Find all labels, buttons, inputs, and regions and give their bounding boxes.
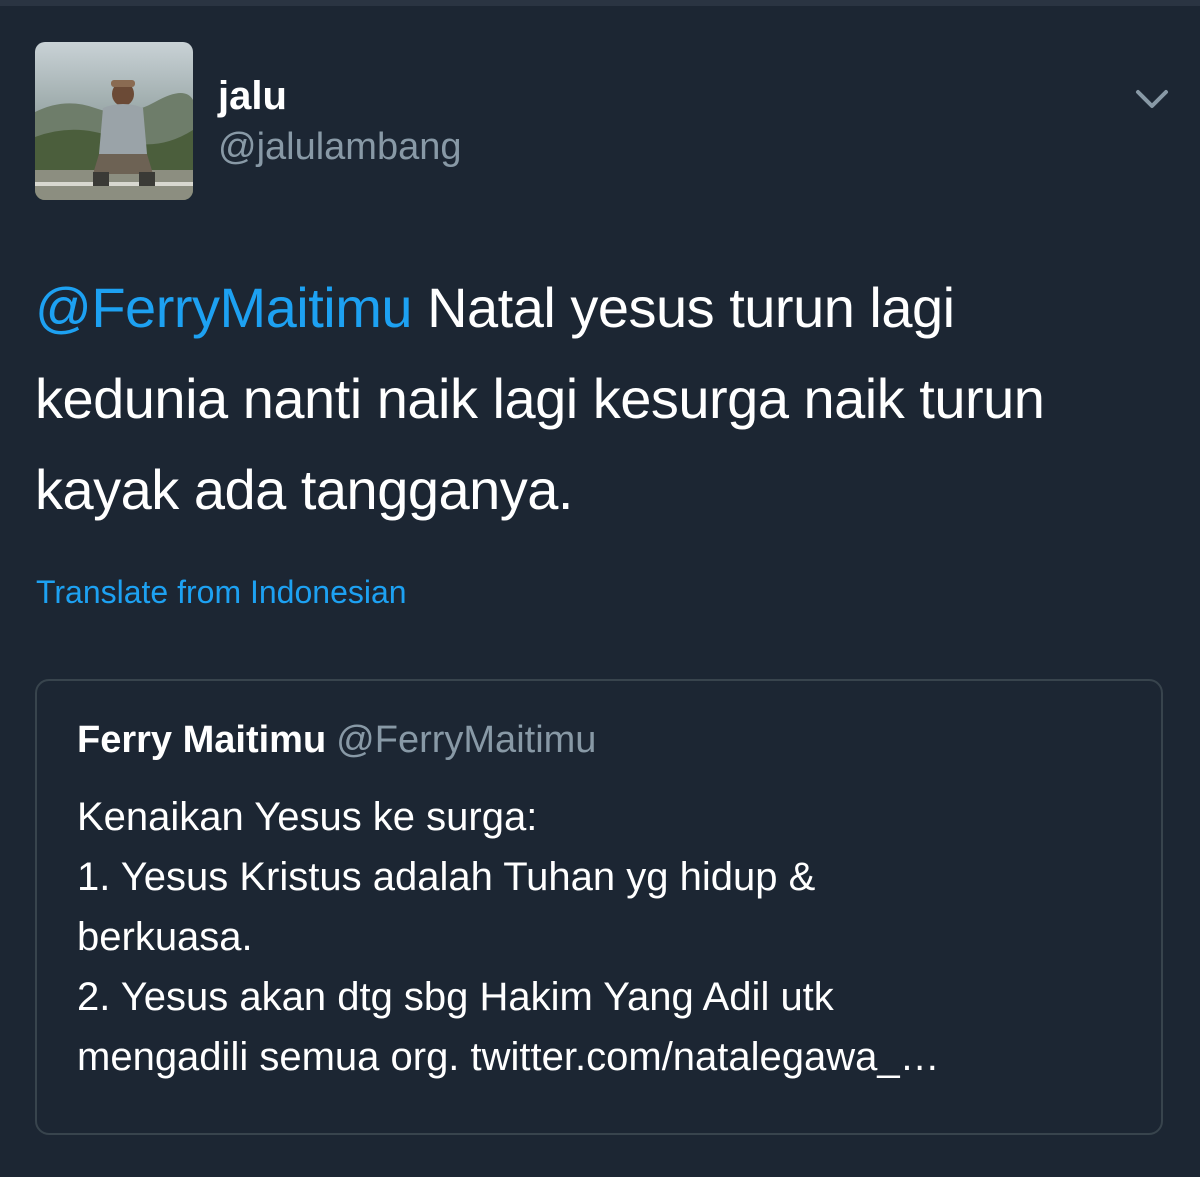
avatar-photo bbox=[35, 42, 193, 200]
quoted-text-line: 2. Yesus akan dtg sbg Hakim Yang Adil ut… bbox=[77, 975, 834, 1019]
tweet-text-line-3: kayak ada tangganya. bbox=[35, 458, 573, 521]
translate-link[interactable]: Translate from Indonesian bbox=[36, 572, 407, 612]
quoted-author-name: Ferry Maitimu bbox=[77, 719, 327, 761]
quoted-tweet-card[interactable]: Ferry Maitimu @FerryMaitimu Kenaikan Yesu… bbox=[35, 679, 1163, 1135]
author-handle[interactable]: @jalulambang bbox=[218, 124, 462, 170]
top-divider bbox=[0, 0, 1200, 6]
quoted-text-line: Kenaikan Yesus ke surga: bbox=[77, 795, 538, 839]
tweet-text-segment: Natal yesus turun lagi bbox=[412, 276, 955, 339]
chevron-down-icon[interactable] bbox=[1132, 84, 1172, 114]
quoted-tweet-text: Kenaikan Yesus ke surga: 1. Yesus Kristu… bbox=[77, 787, 1117, 1087]
tweet-text-line-2: kedunia nanti naik lagi kesurga naik tur… bbox=[35, 367, 1045, 430]
author-display-name[interactable]: jalu bbox=[218, 72, 287, 120]
quoted-text-line: berkuasa. bbox=[77, 915, 253, 959]
quoted-author-handle: @FerryMaitimu bbox=[336, 719, 597, 761]
quoted-text-line: mengadili semua org. twitter.com/nataleg… bbox=[77, 1035, 940, 1079]
avatar[interactable] bbox=[35, 42, 193, 200]
quoted-tweet-header: Ferry Maitimu @FerryMaitimu bbox=[77, 717, 596, 763]
tweet-text-line-1: @FerryMaitimu Natal yesus turun lagi bbox=[35, 262, 1165, 353]
mention-link[interactable]: @FerryMaitimu bbox=[35, 276, 413, 339]
tweet-text: @FerryMaitimu Natal yesus turun lagi ked… bbox=[35, 262, 1165, 535]
quoted-text-line: 1. Yesus Kristus adalah Tuhan yg hidup & bbox=[77, 855, 816, 899]
